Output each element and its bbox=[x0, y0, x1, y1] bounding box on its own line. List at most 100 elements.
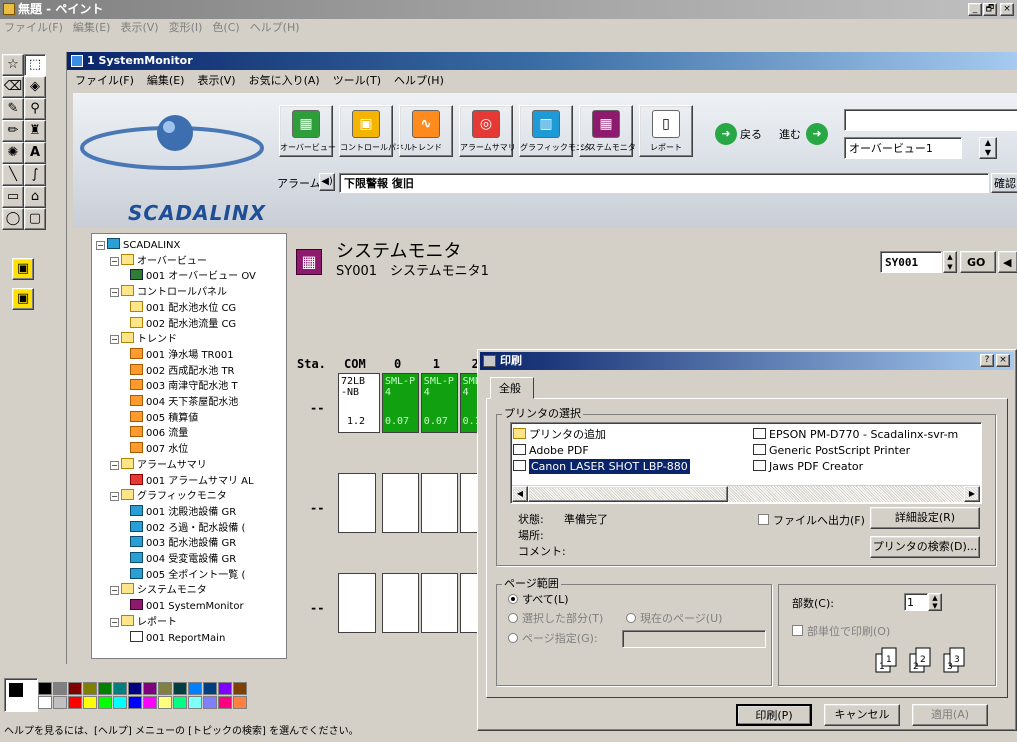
tree-node[interactable]: 002 配水池流量 CG bbox=[130, 316, 236, 331]
polygon-icon[interactable]: ⌂ bbox=[24, 186, 46, 208]
tree-node[interactable]: 004 天下茶屋配水池 bbox=[130, 395, 238, 409]
page-select[interactable]: オーバービュー1 bbox=[844, 137, 962, 159]
module-cell[interactable] bbox=[420, 473, 458, 533]
collapse-icon[interactable]: − bbox=[110, 586, 119, 596]
palette-color[interactable] bbox=[98, 682, 112, 695]
menu-image[interactable]: 変形(I) bbox=[169, 22, 203, 33]
palette-color[interactable] bbox=[233, 682, 247, 695]
palette-color[interactable] bbox=[218, 696, 232, 709]
palette-color[interactable] bbox=[128, 682, 142, 695]
printer-item-generic[interactable]: Generic PostScript Printer bbox=[753, 442, 983, 458]
monitor-id-spinner[interactable]: ▲ ▼ bbox=[943, 251, 957, 273]
palette-color[interactable] bbox=[143, 696, 157, 709]
palette-color[interactable] bbox=[113, 682, 127, 695]
sm-menu-view[interactable]: 表示(V) bbox=[197, 75, 235, 86]
collapse-icon[interactable]: − bbox=[110, 288, 119, 298]
palette-color[interactable] bbox=[68, 682, 82, 695]
back-arrow-icon[interactable]: ➜ bbox=[715, 123, 737, 145]
menu-colors[interactable]: 色(C) bbox=[212, 22, 239, 33]
printer-list-scrollbar[interactable]: ◀ ▶ bbox=[512, 485, 980, 502]
palette-color[interactable] bbox=[218, 682, 232, 695]
tree-node[interactable]: 005 全ポイント一覧 ( bbox=[130, 567, 245, 582]
rect-select-icon[interactable]: ⬚ bbox=[24, 54, 46, 76]
rounded-rect-icon[interactable]: ▢ bbox=[24, 208, 46, 230]
palette-color[interactable] bbox=[83, 682, 97, 695]
printer-item-canon[interactable]: Canon LASER SHOT LBP-880 bbox=[513, 458, 748, 474]
palette-color[interactable] bbox=[68, 696, 82, 709]
text-icon[interactable]: A bbox=[24, 142, 46, 164]
printer-item-adobe[interactable]: Adobe PDF bbox=[513, 442, 748, 458]
rectangle-icon[interactable]: ▭ bbox=[2, 186, 24, 208]
file-output-checkbox[interactable]: ファイルへ出力(F) bbox=[758, 514, 865, 526]
scroll-right-icon[interactable]: ▶ bbox=[964, 486, 980, 502]
toolbar-button-3[interactable]: ◎ アラームサマリ bbox=[459, 105, 516, 157]
palette-color[interactable] bbox=[233, 696, 247, 709]
tree-node[interactable]: − トレンド bbox=[110, 332, 177, 346]
toolbar-button-5[interactable]: ▦ システムモニタ bbox=[579, 105, 636, 157]
copies-spinner[interactable]: ▲ ▼ bbox=[928, 593, 942, 611]
tree-node[interactable]: 003 南津守配水池 T bbox=[130, 379, 238, 393]
tree-node[interactable]: 001 アラームサマリ AL bbox=[130, 473, 254, 488]
tab-general[interactable]: 全般 bbox=[490, 377, 534, 399]
collapse-icon[interactable]: − bbox=[96, 241, 105, 250]
nav-search-field[interactable] bbox=[844, 109, 1017, 131]
monitor-id-field[interactable]: SY001 bbox=[880, 251, 942, 273]
menu-help[interactable]: ヘルプ(H) bbox=[250, 22, 300, 33]
prev-button[interactable]: ◀ bbox=[998, 251, 1017, 273]
curve-icon[interactable]: ∫ bbox=[24, 164, 46, 186]
palette-color[interactable] bbox=[53, 682, 67, 695]
back-label[interactable]: 戻る bbox=[740, 129, 762, 140]
toolbar-button-0[interactable]: ▦ オーバービュー bbox=[279, 105, 336, 157]
sm-menu-file[interactable]: ファイル(F) bbox=[75, 75, 134, 86]
print-button[interactable]: 印刷(P) bbox=[736, 704, 812, 726]
tree-node[interactable]: − グラフィックモニタ bbox=[110, 489, 227, 503]
sm-menu-favorites[interactable]: お気に入り(A) bbox=[249, 75, 320, 86]
tree-node[interactable]: 001 ReportMain bbox=[130, 630, 225, 645]
sm-menu-edit[interactable]: 編集(E) bbox=[147, 75, 185, 86]
forward-label[interactable]: 進む bbox=[779, 129, 801, 140]
palette-color[interactable] bbox=[203, 696, 217, 709]
toolbar-button-2[interactable]: ∿ トレンド bbox=[399, 105, 453, 157]
range-all-radio[interactable]: すべて(L) bbox=[508, 594, 569, 605]
minimize-button[interactable]: _ bbox=[968, 3, 982, 16]
toolbar-button-1[interactable]: ▣ コントロールパネル bbox=[339, 105, 412, 157]
palette-color[interactable] bbox=[113, 696, 127, 709]
tree-node[interactable]: − SCADALINX bbox=[96, 238, 180, 252]
tree-node[interactable]: 004 受変電設備 GR bbox=[130, 552, 236, 566]
collapse-icon[interactable]: − bbox=[110, 335, 119, 345]
tree-node[interactable]: − システムモニタ bbox=[110, 583, 207, 597]
pencil-icon[interactable]: ✏ bbox=[2, 120, 24, 142]
menu-file[interactable]: ファイル(F) bbox=[4, 22, 63, 33]
forward-arrow-icon[interactable]: ➜ bbox=[806, 123, 828, 145]
module-cell[interactable] bbox=[420, 573, 458, 633]
tree-node[interactable]: − コントロールパネル bbox=[110, 285, 227, 299]
printer-item-epson[interactable]: EPSON PM-D770 - Scadalinx-svr-m bbox=[753, 426, 983, 442]
palette-color[interactable] bbox=[158, 696, 172, 709]
restore-button[interactable]: 🗗 bbox=[983, 3, 997, 16]
palette-color[interactable] bbox=[38, 682, 52, 695]
palette-color[interactable] bbox=[188, 682, 202, 695]
fill-icon[interactable]: ◈ bbox=[24, 76, 46, 98]
go-button[interactable]: GO bbox=[960, 251, 996, 273]
module-cell[interactable]: SML-P 4 0.07 bbox=[382, 373, 419, 433]
module-cell[interactable] bbox=[382, 473, 419, 533]
magnifier-icon[interactable]: ⚲ bbox=[24, 98, 46, 120]
tree-node[interactable]: − アラームサマリ bbox=[110, 457, 207, 472]
collapse-icon[interactable]: − bbox=[110, 492, 119, 502]
scroll-left-icon[interactable]: ◀ bbox=[512, 486, 528, 502]
menu-view[interactable]: 表示(V) bbox=[120, 22, 158, 33]
toolbar-button-4[interactable]: ▥ グラフィックモニタ bbox=[519, 105, 592, 157]
line-icon[interactable]: ╲ bbox=[2, 164, 24, 186]
palette-color[interactable] bbox=[173, 682, 187, 695]
tree-node[interactable]: − オーバービュー bbox=[110, 253, 207, 268]
palette-color[interactable] bbox=[143, 682, 157, 695]
tool-option-2-icon[interactable]: ▣ bbox=[12, 288, 34, 310]
palette-color[interactable] bbox=[188, 696, 202, 709]
tree-node[interactable]: 006 流量 bbox=[130, 426, 188, 440]
module-cell[interactable]: SML-P 4 0.07 bbox=[420, 373, 458, 433]
tree-node[interactable]: 002 ろ過・配水設備 ( bbox=[130, 520, 245, 535]
com-cell[interactable]: 72LB-NB 1.2 bbox=[338, 373, 380, 433]
printer-item-jaws[interactable]: Jaws PDF Creator bbox=[753, 458, 983, 474]
module-cell[interactable] bbox=[382, 573, 419, 633]
tree-node[interactable]: 005 積算値 bbox=[130, 410, 198, 425]
